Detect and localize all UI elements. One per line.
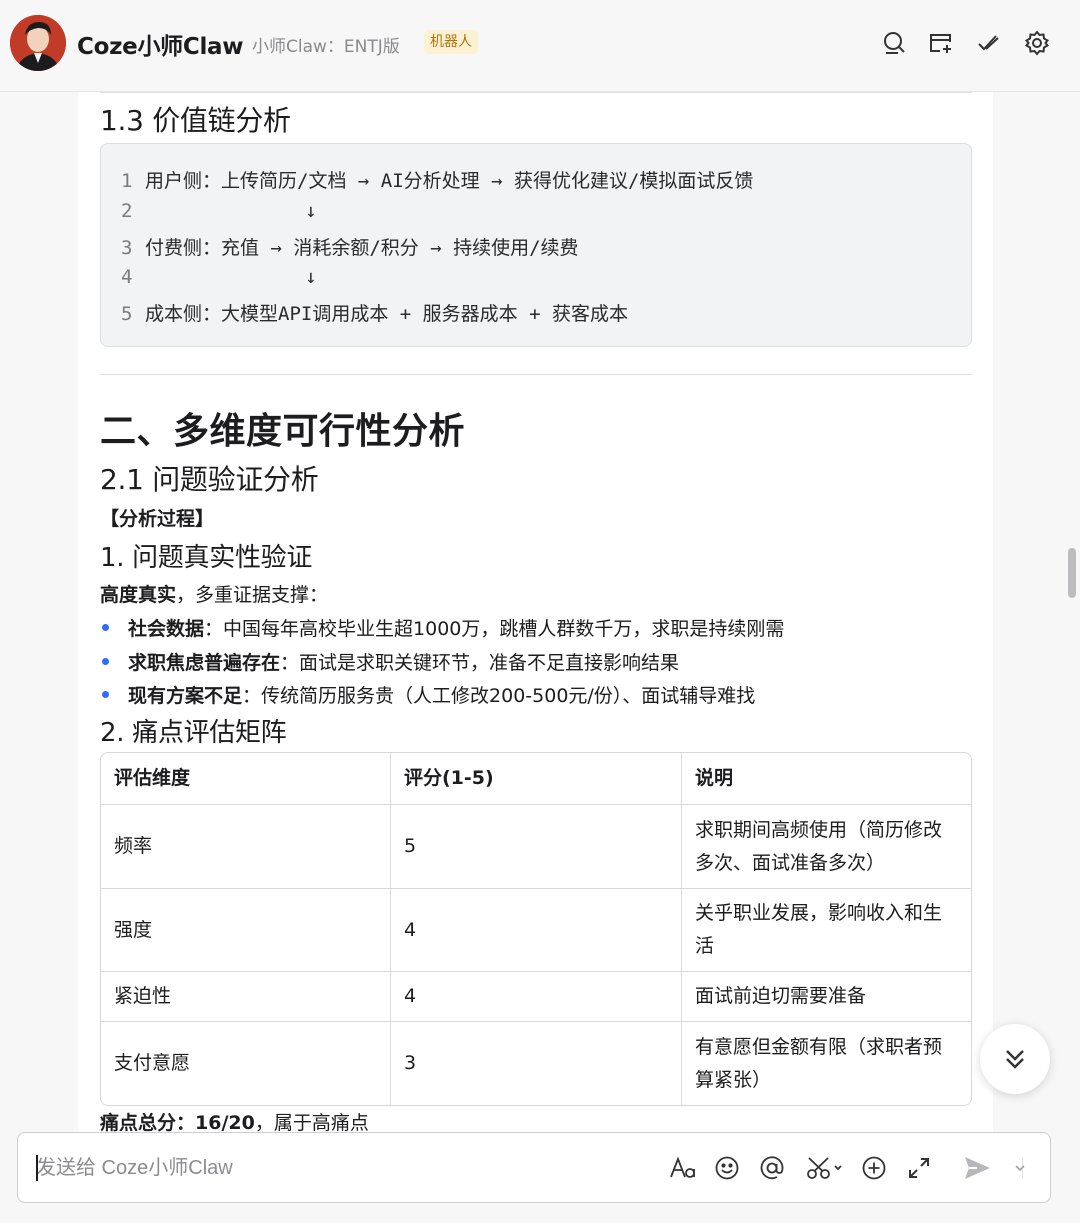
divider: [100, 374, 972, 375]
table-row: 支付意愿 3 有意愿但金额有限（求职者预算紧张）: [101, 1022, 971, 1105]
code-line: 3 付费侧：充值 → 消耗余额/积分 → 持续使用/续费: [121, 237, 579, 259]
code-line: 2 ↓: [121, 200, 317, 222]
verdict-text: 高度真实，多重证据支撑：: [100, 580, 328, 607]
summary-rest: ，属于高痛点: [254, 1112, 369, 1132]
bullet-dot: [102, 624, 109, 631]
table-cell: 4: [391, 889, 682, 972]
bullet-dot: [102, 658, 109, 665]
edit-check-icon[interactable]: [974, 28, 1004, 58]
bot-badge: 机器人: [424, 30, 478, 54]
chat-title: Coze小师Claw: [77, 34, 244, 60]
table-cell: 关乎职业发展，影响收入和生活: [682, 889, 971, 972]
table-cell: 3: [391, 1022, 682, 1105]
table-cell: 强度: [101, 889, 391, 972]
pain-score-summary: 痛点总分：16/20，属于高痛点: [100, 1108, 369, 1132]
bot-subtitle: 小师Claw：ENTJ版: [252, 37, 400, 57]
table-cell: 频率: [101, 805, 391, 889]
mention-icon[interactable]: [757, 1152, 787, 1184]
font-format-icon[interactable]: [668, 1152, 698, 1184]
message-content: 1.3 价值链分析 1 用户侧：上传简历/文档 → AI分析处理 → 获得优化建议…: [78, 92, 993, 1132]
subsection-title-2: 2. 痛点评估矩阵: [100, 718, 287, 748]
code-block[interactable]: 1 用户侧：上传简历/文档 → AI分析处理 → 获得优化建议/模拟面试反馈 2 …: [100, 143, 972, 347]
section-title-2-1: 2.1 问题验证分析: [100, 463, 319, 496]
analysis-label: 【分析过程】: [100, 508, 215, 530]
search-icon[interactable]: [879, 28, 909, 58]
verdict-rest: ，多重证据支撑：: [176, 584, 329, 606]
summary-bold: 痛点总分：16/20: [100, 1112, 255, 1132]
new-chat-icon[interactable]: [926, 28, 956, 58]
divider: [100, 92, 972, 93]
table-row: 紧迫性 4 面试前迫切需要准备: [101, 972, 971, 1022]
code-line: 4 ↓: [121, 266, 317, 288]
table-cell: 面试前迫切需要准备: [682, 972, 971, 1022]
table-cell: 紧迫性: [101, 972, 391, 1022]
table-header: 评分(1-5): [391, 753, 682, 805]
table-header: 说明: [682, 753, 971, 805]
dropdown-icon[interactable]: [1010, 1152, 1030, 1184]
table-cell: 支付意愿: [101, 1022, 391, 1105]
message-input[interactable]: [36, 1152, 636, 1184]
table-header-row: 评估维度 评分(1-5) 说明: [101, 753, 971, 805]
message-composer: [17, 1132, 1051, 1203]
double-chevron-down-icon: [1006, 1050, 1024, 1069]
table-cell: 求职期间高频使用（简历修改多次、面试准备多次）: [682, 805, 971, 889]
table-cell: 5: [391, 805, 682, 889]
table-row: 强度 4 关乎职业发展，影响收入和生活: [101, 889, 971, 972]
code-line: 1 用户侧：上传简历/文档 → AI分析处理 → 获得优化建议/模拟面试反馈: [121, 170, 754, 192]
scissors-icon[interactable]: [805, 1152, 845, 1184]
list-item: 社会数据：中国每年高校毕业生超1000万，跳槽人群数千万，求职是持续刚需: [102, 614, 784, 641]
code-line: 5 成本侧：大模型API调用成本 + 服务器成本 + 获客成本: [121, 303, 628, 325]
table-header: 评估维度: [101, 753, 391, 805]
section-title-2: 二、多维度可行性分析: [100, 411, 466, 452]
scroll-to-bottom-button[interactable]: [980, 1024, 1050, 1094]
table-row: 频率 5 求职期间高频使用（简历修改多次、面试准备多次）: [101, 805, 971, 889]
verdict-bold: 高度真实: [100, 584, 177, 606]
settings-icon[interactable]: [1022, 28, 1052, 58]
table-cell: 4: [391, 972, 682, 1022]
scrollbar-thumb[interactable]: [1068, 548, 1076, 598]
list-item: 求职焦虑普遍存在：面试是求职关键环节，准备不足直接影响结果: [102, 648, 679, 675]
emoji-icon[interactable]: [712, 1152, 742, 1184]
list-item: 现有方案不足：传统简历服务贵（人工修改200-500元/份）、面试辅导难找: [102, 681, 755, 708]
expand-icon[interactable]: [904, 1152, 934, 1184]
bot-avatar[interactable]: [10, 15, 66, 71]
bullet-dot: [102, 691, 109, 698]
subsection-title-1: 1. 问题真实性验证: [100, 543, 313, 573]
chat-header: Coze小师Claw 小师Claw：ENTJ版 机器人: [0, 0, 1080, 92]
add-icon[interactable]: [859, 1152, 889, 1184]
section-title-1-3: 1.3 价值链分析: [100, 104, 291, 137]
text-caret: [36, 1155, 38, 1181]
pain-point-table: 评估维度 评分(1-5) 说明 频率 5 求职期间高频使用（简历修改多次、面试准…: [100, 752, 972, 1106]
send-icon[interactable]: [962, 1152, 992, 1184]
table-cell: 有意愿但金额有限（求职者预算紧张）: [695, 1035, 943, 1091]
